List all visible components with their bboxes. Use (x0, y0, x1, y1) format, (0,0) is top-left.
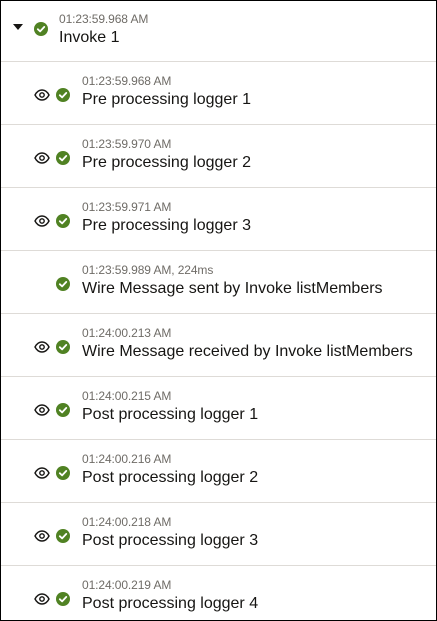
caret-down-icon[interactable] (13, 24, 23, 30)
activity-row[interactable]: 01:23:59.971 AM Pre processing logger 3 (1, 187, 436, 250)
row-title: Post processing logger 4 (82, 595, 259, 612)
check-circle-icon (56, 88, 70, 102)
check-circle-icon (56, 592, 70, 606)
activity-list: 01:23:59.968 AM Pre processing logger 1 … (1, 61, 436, 620)
activity-row[interactable]: 01:24:00.213 AM Wire Message received by… (1, 313, 436, 376)
eye-icon[interactable] (34, 89, 50, 101)
eye-icon[interactable] (34, 404, 50, 416)
row-title: Pre processing logger 2 (82, 154, 251, 171)
row-timestamp: 01:23:59.970 AM (82, 137, 172, 151)
eye-icon[interactable] (34, 215, 50, 227)
row-title: Pre processing logger 3 (82, 217, 251, 234)
activity-row[interactable]: 01:24:00.216 AM Post processing logger 2 (1, 439, 436, 502)
activity-row[interactable]: 01:23:59.970 AM Pre processing logger 2 (1, 124, 436, 187)
row-timestamp: 01:23:59.971 AM (82, 200, 172, 214)
row-timestamp: 01:23:59.968 AM (82, 74, 172, 88)
row-title: Pre processing logger 1 (82, 91, 251, 108)
check-circle-icon (56, 340, 70, 354)
check-circle-icon (56, 466, 70, 480)
row-timestamp: 01:24:00.218 AM (82, 515, 172, 529)
row-title: Wire Message received by Invoke listMemb… (82, 343, 413, 360)
row-title: Post processing logger 3 (82, 532, 259, 549)
check-circle-icon (56, 529, 70, 543)
row-title: Wire Message sent by Invoke listMembers (82, 280, 383, 297)
activity-row[interactable]: 01:23:59.989 AM, 224ms Wire Message sent… (1, 250, 436, 313)
row-timestamp: 01:24:00.219 AM (82, 578, 172, 592)
row-title: Post processing logger 1 (82, 406, 259, 423)
eye-icon[interactable] (34, 341, 50, 353)
invoke-node[interactable]: 01:23:59.968 AM Invoke 1 (1, 1, 436, 61)
invoke-timestamp: 01:23:59.968 AM (59, 12, 149, 26)
check-circle-icon (56, 214, 70, 228)
eye-icon[interactable] (34, 467, 50, 479)
eye-icon[interactable] (34, 530, 50, 542)
eye-icon[interactable] (34, 593, 50, 605)
row-timestamp: 01:23:59.989 AM, 224ms (82, 263, 214, 277)
activity-row[interactable]: 01:23:59.968 AM Pre processing logger 1 (1, 61, 436, 124)
check-circle-icon (56, 277, 70, 291)
eye-icon[interactable] (34, 152, 50, 164)
row-timestamp: 01:24:00.216 AM (82, 452, 172, 466)
row-timestamp: 01:24:00.213 AM (82, 326, 172, 340)
check-circle-icon (56, 151, 70, 165)
row-title: Post processing logger 2 (82, 469, 259, 486)
activity-row[interactable]: 01:24:00.218 AM Post processing logger 3 (1, 502, 436, 565)
activity-row[interactable]: 01:24:00.219 AM Post processing logger 4 (1, 565, 436, 620)
activity-row[interactable]: 01:24:00.215 AM Post processing logger 1 (1, 376, 436, 439)
activity-stream-panel: 01:23:59.968 AM Invoke 1 01:23:59.968 AM… (0, 0, 437, 621)
row-timestamp: 01:24:00.215 AM (82, 389, 172, 403)
invoke-title: Invoke 1 (59, 29, 120, 46)
check-circle-icon (56, 403, 70, 417)
check-circle-icon (34, 22, 48, 36)
